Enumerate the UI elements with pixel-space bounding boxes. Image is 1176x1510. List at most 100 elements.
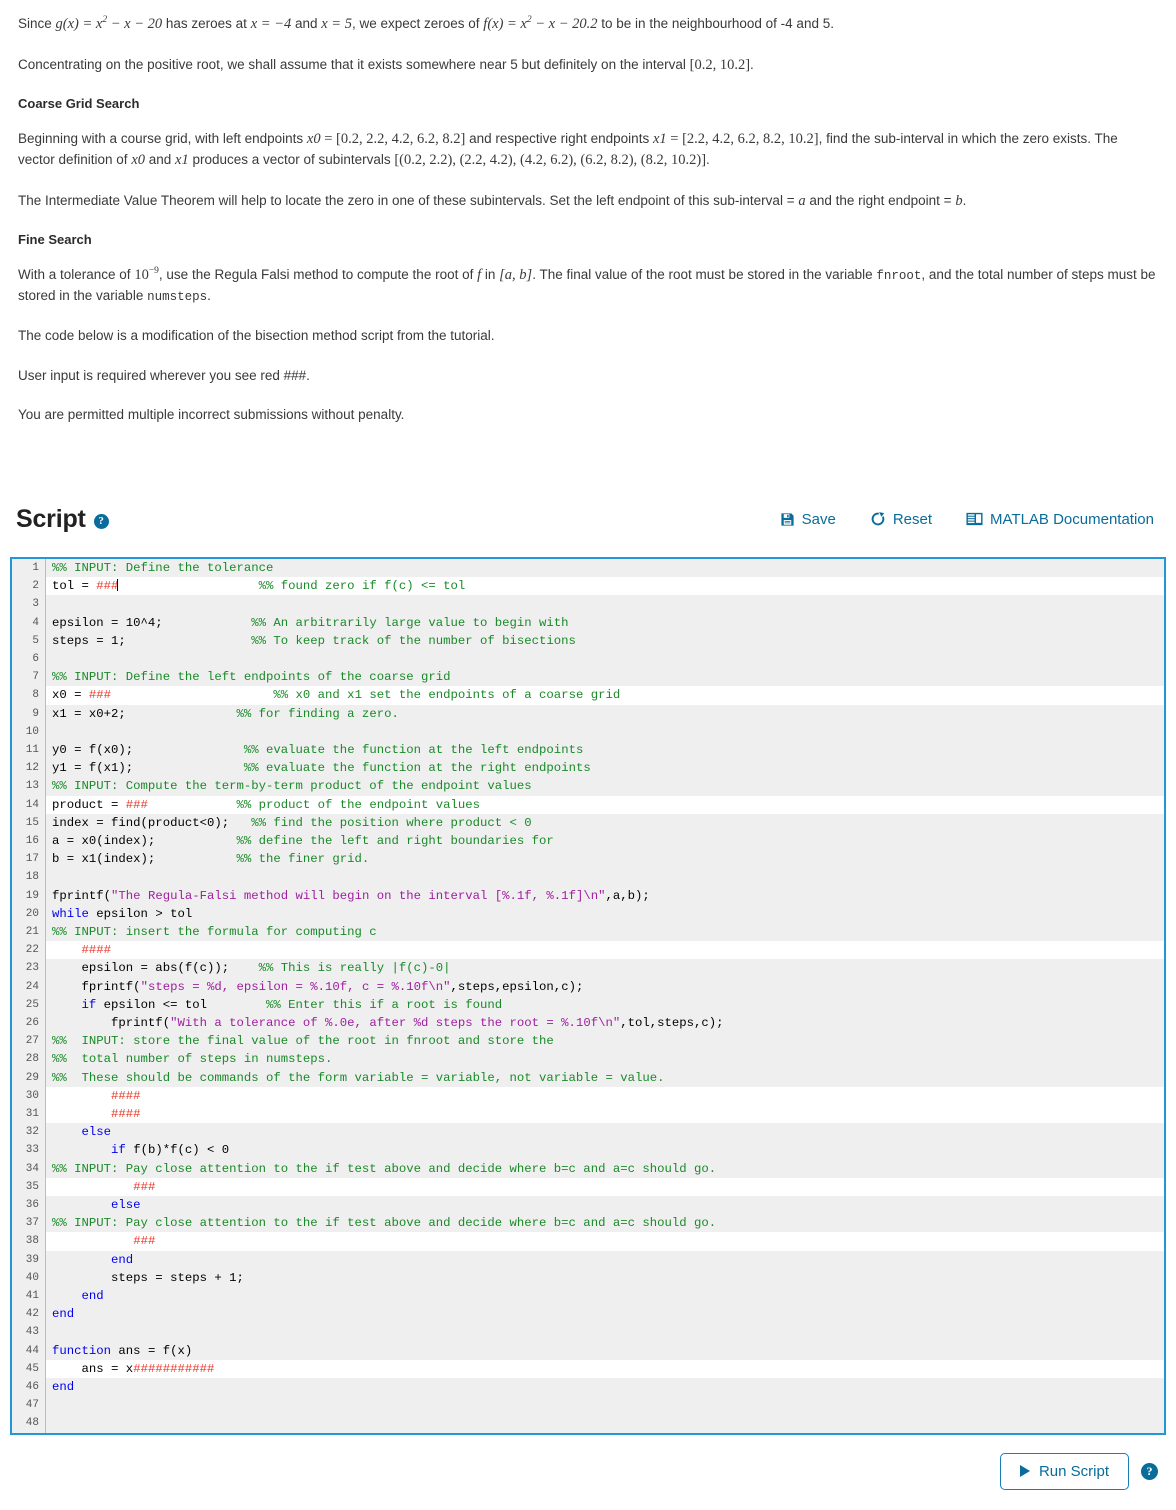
code-line[interactable]: 38 ### [12,1232,1164,1251]
code-token: epsilon = 10^4; [52,615,163,630]
reset-icon [870,511,886,527]
code-token: %% find the position where product < 0 [229,815,532,830]
code-line[interactable]: 8 x0 = ### %% x0 and x1 set the endpoints… [12,686,1164,705]
code-line-text: if epsilon <= tol %% Enter this if a roo… [46,996,1164,1014]
text-fragment: and [291,16,322,31]
code-line-text: epsilon = 10^4; %% An arbitrarily large … [46,614,1164,632]
paragraph-fine-search: With a tolerance of 10−9, use the Regula… [18,265,1158,306]
exponent: −9 [148,266,159,277]
code-line-text [46,868,1164,886]
code-line: 48 [12,1414,1164,1433]
code-line-text: index = find(product<0); %% find the pos… [46,814,1164,832]
code-line[interactable]: 2 tol = ### %% found zero if f(c) <= tol [12,577,1164,596]
code-line-text: end [46,1378,1164,1396]
code-token: fprintf( [52,979,141,994]
text-fragment: 10 [134,267,149,284]
code-line: 25 if epsilon <= tol %% Enter this if a … [12,995,1164,1014]
code-line: 12 y1 = f(x1); %% evaluate the function a… [12,759,1164,778]
script-title-group: Script ? [16,505,109,534]
code-line-text[interactable]: x0 = ### %% x0 and x1 set the endpoints … [46,686,1164,704]
code-line-text[interactable]: tol = ### %% found zero if f(c) <= tol [46,577,1164,595]
code-token: ### [133,1234,156,1249]
code-line: 15 index = find(product<0); %% find the p… [12,813,1164,832]
code-line: 40 steps = steps + 1; [12,1268,1164,1288]
text-fragment: to be in the neighbourhood of -4 and 5. [597,16,834,31]
heading-fine-search: Fine Search [18,232,92,248]
code-line: 20 while epsilon > tol [12,904,1164,923]
line-number: 30 [12,1086,46,1105]
code-token: else [111,1198,141,1213]
code-token: end [81,1289,104,1304]
code-line-text[interactable]: ### [46,1178,1164,1196]
text-fragment: and respective right endpoints [465,131,653,147]
code-line: 18 [12,868,1164,887]
code-line-text [46,1323,1164,1341]
code-line[interactable]: 31 #### [12,1105,1164,1124]
matlab-documentation-button[interactable]: MATLAB Documentation [966,511,1154,528]
text-fragment: g(x) = x [55,16,103,32]
script-code-editor[interactable]: 1%% INPUT: Define the tolerance 2 tol = ##… [10,556,1166,1435]
code-line: 24 fprintf("steps = %d, epsilon = %.10f,… [12,977,1164,996]
save-button[interactable]: Save [780,511,836,528]
code-line[interactable]: 30 #### [12,1086,1164,1105]
code-line-text[interactable]: ans = x########### [46,1360,1164,1378]
code-line-text: epsilon = abs(f(c)); %% This is really |… [46,959,1164,977]
code-line-text[interactable]: product = ### %% product of the endpoint… [46,796,1164,814]
math-b: b [955,193,963,210]
code-line: 44 function ans = f(x) [12,1341,1164,1360]
code-token: y1 = f(x1); [52,761,134,776]
code-line: 37 %% INPUT: Pay close attention to the i… [12,1214,1164,1233]
math-x-neg4: x = −4 [250,16,292,32]
code-line[interactable]: 45 ans = x########### [12,1359,1164,1379]
code-token: "With a tolerance of %.0e, after %d step… [170,1015,621,1030]
code-line: 34 %% INPUT: Pay close attention to the i… [12,1159,1164,1178]
code-token: %% evaluate the function at the left end… [133,742,584,757]
code-line-text: %% INPUT: Compute the term-by-term produ… [46,777,1164,795]
code-token: epsilon > tol [88,906,193,921]
line-number: 46 [12,1378,46,1397]
code-token: ### [88,688,112,703]
code-line-text[interactable]: #### [46,941,1164,959]
code-line-text[interactable]: ### [46,1232,1164,1250]
line-number: 16 [12,831,46,851]
line-number: 35 [12,1177,46,1197]
help-icon[interactable]: ? [93,513,109,529]
footer-help-icon[interactable]: ? [1141,1462,1158,1480]
code-line: 10 [12,722,1164,741]
code-token: ,steps,epsilon,c); [450,979,584,994]
math-f-of-x: f(x) = x2 − x − 20.2 [483,15,598,32]
line-number: 9 [12,704,46,723]
code-token: %% INPUT: store the final value of the r… [52,1034,554,1049]
code-line-text: y1 = f(x1); %% evaluate the function at … [46,759,1164,777]
code-line[interactable]: 22 #### [12,941,1164,960]
code-token: f(b)*f(c) < 0 [125,1143,230,1158]
code-token: x0 = [52,688,89,703]
code-token: ,a,b); [605,888,650,903]
code-line-text: %% INPUT: Define the tolerance [46,559,1164,577]
run-script-button[interactable]: Run Script [999,1452,1129,1490]
text-fragment: − x − 20 [107,16,163,32]
code-token: end [111,1252,134,1267]
code-token: ### [125,797,148,812]
matlab-documentation-label: MATLAB Documentation [990,510,1154,528]
code-line: 46 end [12,1378,1164,1397]
line-number: 17 [12,850,46,869]
paragraph-ivt: The Intermediate Value Theorem will help… [18,191,1158,212]
math-g-of-x: g(x) = x2 − x − 20 [55,15,163,32]
code-token: %% INPUT: Pay close attention to the if … [52,1216,717,1231]
code-token: fprintf( [52,1015,171,1030]
code-line-text: y0 = f(x0); %% evaluate the function at … [46,741,1164,759]
code-line-text[interactable]: #### [46,1105,1164,1123]
code-line[interactable]: 14 product = ### %% product of the endpoi… [12,795,1164,814]
code-line-text: b = x1(index); %% the finer grid. [46,850,1164,868]
code-line-text: while epsilon > tol [46,905,1164,923]
code-token: end [52,1307,75,1322]
code-line[interactable]: 35 ### [12,1177,1164,1197]
text-fragment: − x − 20.2 [531,16,598,32]
reset-button[interactable]: Reset [870,511,932,528]
line-number: 28 [12,1050,46,1069]
code-line-text: steps = steps + 1; [46,1269,1164,1287]
code-line-text[interactable]: #### [46,1087,1164,1105]
